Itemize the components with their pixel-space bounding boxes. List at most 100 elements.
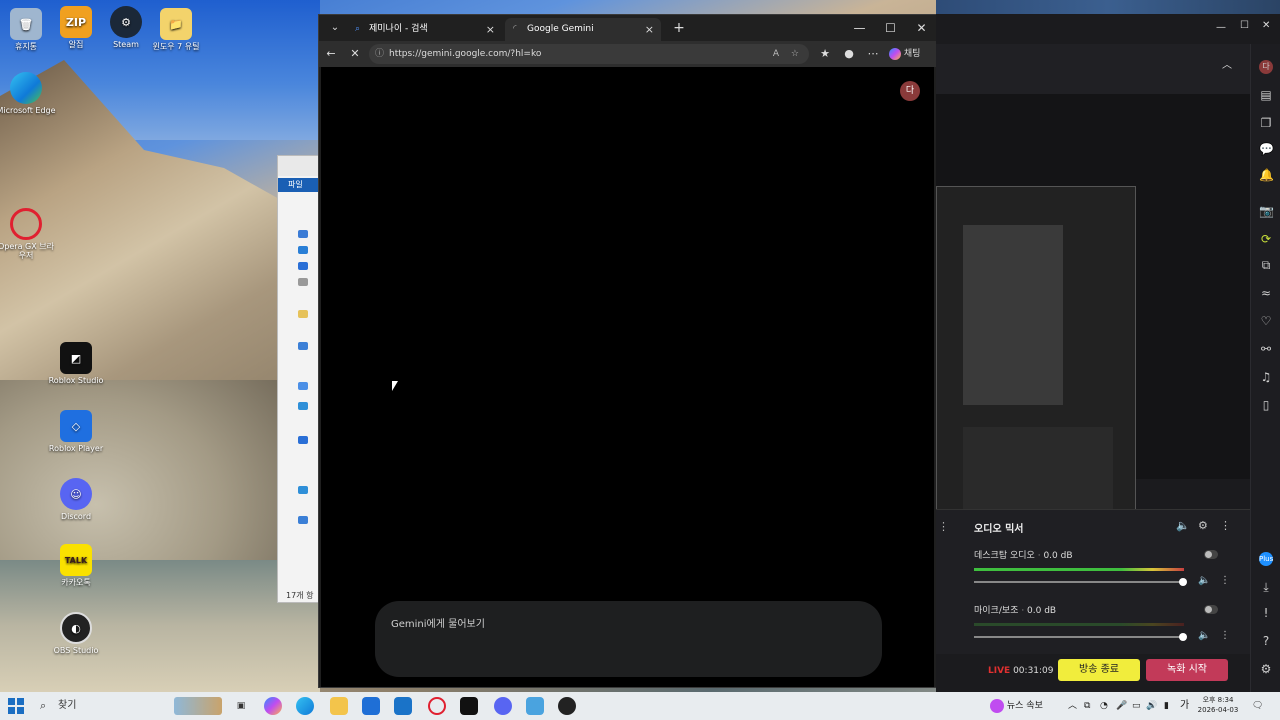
network-icon[interactable]: ▭: [1132, 692, 1141, 720]
favorite-star-icon[interactable]: ☆: [791, 44, 799, 64]
favorites-icon[interactable]: ★: [815, 44, 835, 64]
stop-stream-button[interactable]: 방송 종료: [1058, 659, 1140, 681]
stop-loading-icon[interactable]: ✕: [345, 44, 365, 64]
maximize-button[interactable]: ☐: [875, 15, 906, 41]
explorer-titlebar[interactable]: [278, 156, 320, 176]
system-clock[interactable]: 오후 8:34 2026-04-03: [1196, 695, 1240, 715]
collapse-chevron-icon[interactable]: ︿: [1222, 56, 1232, 71]
read-aloud-icon[interactable]: A: [773, 44, 779, 64]
account-avatar[interactable]: 다: [900, 81, 920, 101]
desktop-icon-label: OBS Studio: [53, 646, 99, 655]
close-button[interactable]: ✕: [1262, 20, 1270, 31]
store-icon[interactable]: [362, 697, 380, 715]
more-menu-icon[interactable]: ⋮: [1220, 519, 1231, 532]
layout-icon[interactable]: ▤: [1259, 88, 1273, 102]
tab-close-icon[interactable]: ×: [486, 18, 495, 41]
app-icon[interactable]: [526, 697, 544, 715]
profile-icon[interactable]: 다: [1259, 60, 1273, 74]
dock-handle-icon[interactable]: ⋮: [938, 520, 949, 533]
camera-icon[interactable]: 📷: [1259, 204, 1274, 218]
tab-actions-chevron-icon[interactable]: ⌄: [325, 19, 345, 37]
minimize-button[interactable]: —: [844, 15, 875, 41]
copy-icon[interactable]: ❐: [1259, 116, 1273, 130]
desktop-icon-roblox-player[interactable]: ◇ Roblox Player: [46, 410, 106, 453]
obs-titlebar[interactable]: — ☐ ✕: [936, 14, 1280, 44]
desktop-icon-edge[interactable]: Microsoft Edge: [0, 72, 56, 115]
explorer-file-tab[interactable]: 파일: [278, 178, 320, 192]
heart-icon[interactable]: ♡: [1259, 314, 1273, 328]
more-menu-icon[interactable]: ⋮: [1220, 630, 1230, 641]
obs-studio-icon[interactable]: [558, 697, 576, 715]
desktop-icon-windows7-util[interactable]: 📁 윈도우 7 유틸: [146, 8, 206, 51]
slider-knob[interactable]: [1179, 633, 1187, 641]
desktop-icon-kakaotalk[interactable]: TALK 카카오톡: [46, 544, 106, 587]
edge-icon[interactable]: [296, 697, 314, 715]
ime-indicator[interactable]: 가: [1180, 692, 1189, 720]
maximize-button[interactable]: ☐: [1240, 20, 1249, 31]
obs-preview-area[interactable]: [936, 94, 1250, 542]
tray-app-icon[interactable]: ⧉: [1084, 692, 1090, 720]
tab-close-icon[interactable]: ×: [645, 18, 654, 41]
settings-gear-icon[interactable]: ⚙: [1259, 662, 1273, 676]
volume-slider[interactable]: [974, 633, 1187, 641]
notification-icon[interactable]: 🗨: [1252, 692, 1263, 720]
outlook-icon[interactable]: [394, 697, 412, 715]
site-info-icon[interactable]: ⓘ: [375, 44, 384, 64]
roblox-studio-icon[interactable]: [460, 697, 478, 715]
new-tab-button[interactable]: +: [669, 18, 689, 38]
discord-icon[interactable]: [494, 697, 512, 715]
opera-icon[interactable]: [428, 697, 446, 715]
obs-studio-window[interactable]: — ☐ ✕ ︿ ⋮ 오디오 믹서 🔈 ⚙ ⋮ 데스크탑 오디오 · 0.0 dB…: [936, 14, 1280, 694]
link-icon[interactable]: ⚯: [1259, 342, 1273, 356]
close-button[interactable]: ✕: [906, 15, 937, 41]
gemini-prompt-input[interactable]: Gemini에게 물어보기: [375, 601, 882, 677]
help-icon[interactable]: ?: [1259, 634, 1273, 648]
file-explorer-window[interactable]: 파일 17개 항: [277, 155, 320, 603]
back-arrow-icon[interactable]: ←: [321, 44, 341, 64]
battery-icon[interactable]: ▯: [1259, 398, 1273, 412]
desktop-icon-discord[interactable]: ☺ Discord: [46, 478, 106, 521]
start-menu-button[interactable]: [8, 698, 24, 714]
speaker-icon[interactable]: 🔈: [1176, 519, 1190, 532]
duplicate-icon[interactable]: ⧉: [1259, 258, 1273, 272]
music-icon[interactable]: ♫: [1259, 370, 1273, 384]
settings-gear-icon[interactable]: ⚙: [1198, 519, 1208, 532]
microphone-icon[interactable]: 🎤: [1116, 692, 1127, 720]
edge-browser-window[interactable]: ⌄ ⌕ 제미나이 - 검색 × ◜ Google Gemini × + — ☐ …: [318, 14, 937, 688]
more-menu-icon[interactable]: ⋯: [863, 44, 883, 64]
minimize-button[interactable]: —: [1216, 22, 1226, 33]
desktop-icon-obs[interactable]: ◐ OBS Studio: [46, 612, 106, 655]
alert-icon[interactable]: !: [1259, 606, 1273, 620]
volume-slider[interactable]: [974, 578, 1187, 586]
volume-icon[interactable]: 🔊: [1146, 692, 1157, 720]
wifi-icon[interactable]: ◔: [1100, 692, 1108, 720]
tray-overflow-icon[interactable]: ︿: [1068, 692, 1077, 720]
copilot-icon[interactable]: [264, 697, 282, 715]
taskbar-search[interactable]: ⌕ 찾기: [34, 696, 224, 716]
copilot-chat-button[interactable]: 채팅: [889, 44, 920, 64]
kakaotalk-icon: TALK: [60, 544, 92, 576]
chat-icon[interactable]: 💬: [1259, 142, 1274, 156]
notification-bell-icon[interactable]: 🔔: [1259, 168, 1274, 182]
wave-icon[interactable]: ≈: [1259, 286, 1273, 300]
start-record-button[interactable]: 녹화 시작: [1146, 659, 1228, 681]
tab-google-gemini[interactable]: ◜ Google Gemini ×: [505, 18, 661, 41]
track-toggle[interactable]: [1204, 605, 1218, 614]
battery-icon[interactable]: ▮: [1164, 692, 1169, 720]
plus-badge[interactable]: Plus: [1259, 552, 1273, 566]
speaker-icon[interactable]: 🔈: [1198, 575, 1210, 586]
desktop-icon-opera-gx[interactable]: Opera GX 브라우저: [0, 208, 56, 260]
profile-icon[interactable]: ●: [839, 44, 859, 64]
track-toggle[interactable]: [1204, 550, 1218, 559]
desktop-icon-roblox-studio[interactable]: ◩ Roblox Studio: [46, 342, 106, 385]
download-icon[interactable]: ⤓: [1259, 580, 1273, 594]
slider-knob[interactable]: [1179, 578, 1187, 586]
task-view-icon[interactable]: ▣: [232, 697, 250, 715]
tab-search[interactable]: ⌕ 제미나이 - 검색 ×: [347, 18, 502, 41]
speaker-icon[interactable]: 🔈: [1198, 630, 1210, 641]
more-menu-icon[interactable]: ⋮: [1220, 575, 1230, 586]
file-explorer-icon[interactable]: [330, 697, 348, 715]
address-bar[interactable]: ⓘ https://gemini.google.com/?hl=ko A ☆: [369, 44, 809, 64]
refresh-icon[interactable]: ⟳: [1259, 232, 1273, 246]
news-widget[interactable]: 뉴스 속보: [990, 692, 1043, 720]
